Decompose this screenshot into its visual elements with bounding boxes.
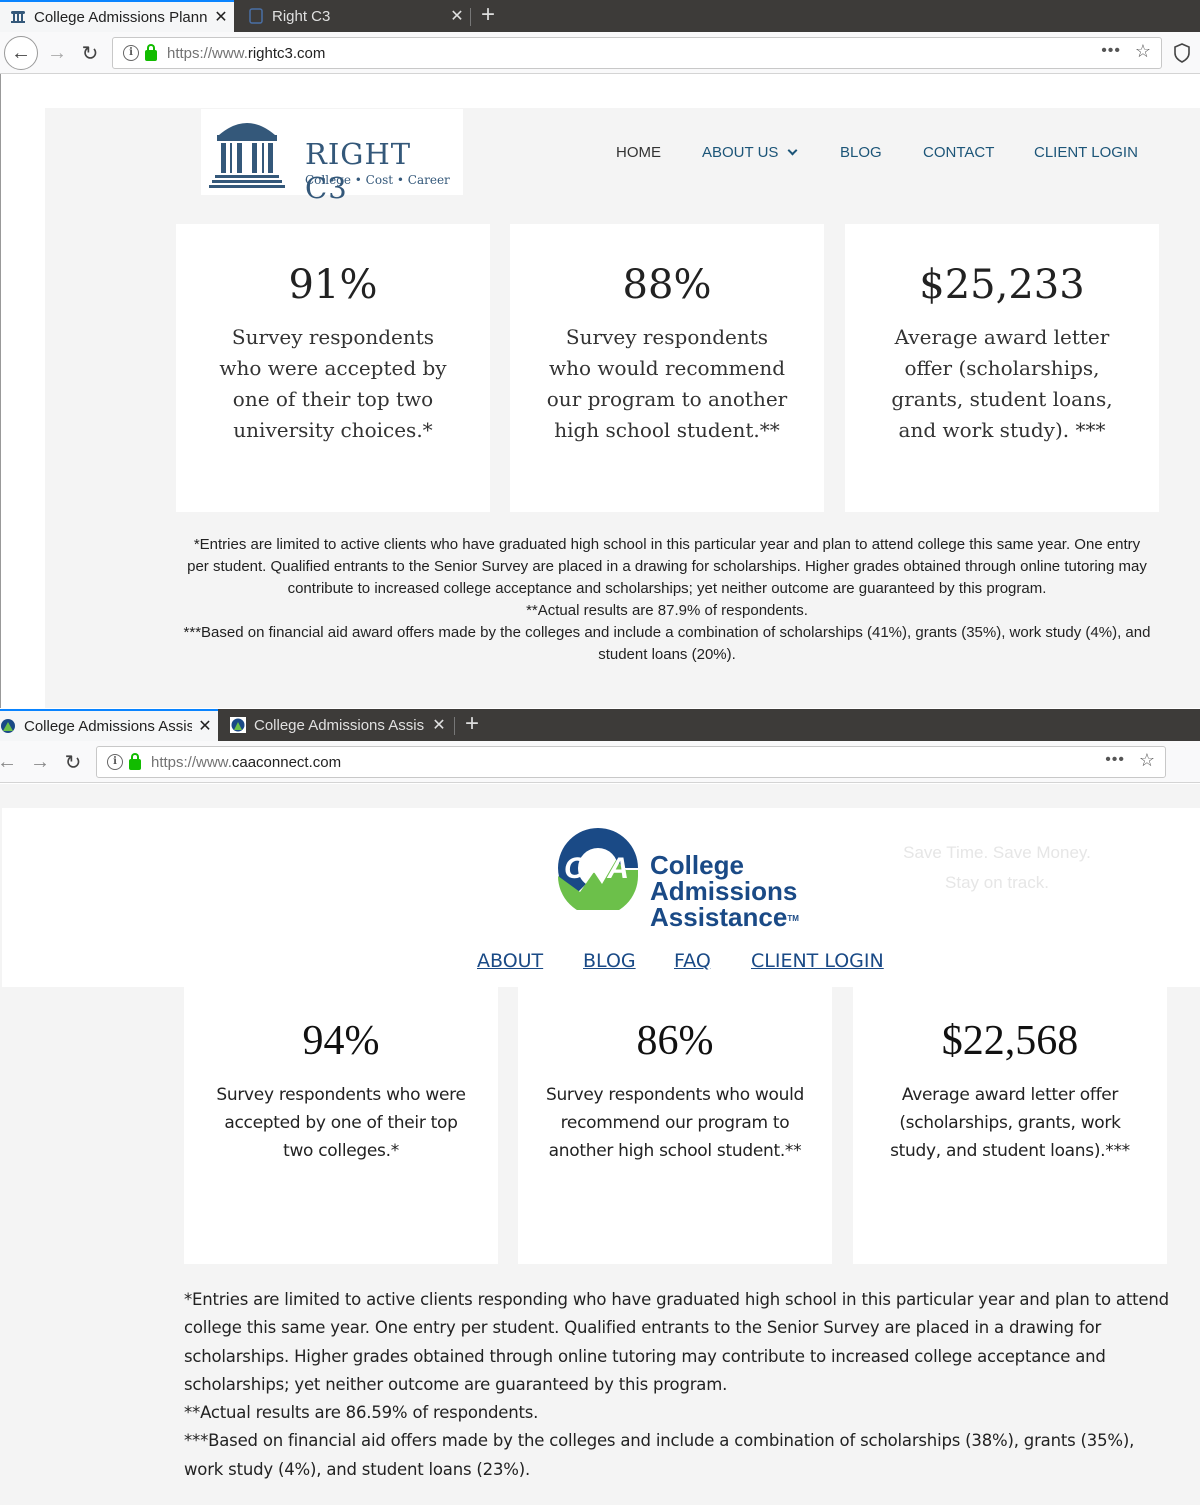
footnote: *Entries are limited to active clients w…: [187, 536, 1147, 597]
footnote: *Entries are limited to active clients r…: [184, 1290, 1169, 1394]
reload-icon[interactable]: ↻: [75, 38, 105, 68]
back-arrow-icon[interactable]: ←: [4, 36, 38, 70]
footnotes: *Entries are limited to active clients w…: [181, 534, 1153, 666]
logo-line: College: [650, 850, 744, 880]
url-text[interactable]: https://www.rightc3.com: [167, 45, 325, 62]
stat-value: $25,233: [919, 262, 1085, 308]
stat-value: 94%: [302, 1018, 380, 1064]
caaconnect-page: CAA College Admissions AssistanceTM Save…: [0, 784, 1200, 1505]
close-icon[interactable]: ✕: [444, 6, 470, 26]
nav-about[interactable]: ABOUT: [477, 950, 543, 972]
navigation-toolbar: ← → ↻ i https://www.rightc3.com ••• ☆: [0, 32, 1200, 74]
navigation-toolbar: ← → ↻ i https://www.caaconnect.com ••• ☆: [0, 741, 1200, 783]
stat-card: $22,568 Average award letter offer (scho…: [853, 987, 1167, 1264]
caa-mark-letters: CAA: [564, 852, 629, 885]
tab-title: College Admissions Plann: [34, 8, 208, 26]
lock-icon[interactable]: [129, 752, 141, 770]
stat-value: $22,568: [941, 1018, 1079, 1064]
tab-divider: [470, 8, 471, 26]
nav-contact[interactable]: CONTACT: [923, 144, 994, 161]
logo-brand-text: RIGHT C3: [305, 137, 412, 205]
tab-right-c3[interactable]: Right C3 ✕: [238, 0, 470, 32]
nav-blog[interactable]: BLOG: [583, 950, 636, 972]
footnotes: *Entries are limited to active clients r…: [184, 1286, 1174, 1484]
new-tab-plus-icon[interactable]: +: [473, 0, 503, 32]
tab-title: College Admissions Assis: [24, 717, 192, 735]
stat-card: 91% Survey respondents who were accepted…: [176, 224, 490, 512]
rightc3-logo[interactable]: RIGHT C3 College • Cost • Career: [201, 109, 463, 205]
page-favicon-icon: [248, 8, 264, 24]
lock-icon[interactable]: [145, 43, 157, 61]
forward-arrow-icon[interactable]: →: [25, 747, 55, 777]
close-icon[interactable]: ✕: [208, 7, 234, 27]
stat-value: 88%: [622, 262, 712, 308]
columns-favicon-icon: [10, 9, 26, 25]
nav-client-login[interactable]: CLIENT LOGIN: [751, 950, 884, 972]
footnote: ***Based on financial aid award offers m…: [183, 624, 1151, 663]
tab-strip: College Admissions Plann ✕ Right C3 ✕ +: [0, 0, 1200, 32]
site-header: CAA College Admissions AssistanceTM Save…: [2, 808, 1200, 987]
tab-divider: [454, 717, 455, 735]
url-text[interactable]: https://www.caaconnect.com: [151, 754, 341, 771]
stat-card: 86% Survey respondents who would recomme…: [518, 987, 832, 1264]
logo-tagline: College • Cost • Career: [305, 173, 450, 187]
trademark-mark: TM: [787, 914, 799, 924]
forward-arrow-icon[interactable]: →: [42, 38, 72, 68]
caa-favicon-icon: [230, 717, 246, 733]
page-actions-icon[interactable]: •••: [1105, 751, 1125, 769]
stat-description: Survey respondents who would recommend o…: [545, 1085, 805, 1161]
caa-mark-icon: CAA: [558, 828, 638, 916]
stat-description: Average award letter offer (scholarships…: [890, 1085, 1130, 1161]
stat-value: 91%: [288, 262, 378, 308]
stat-description: Survey respondents who were accepted by …: [216, 1085, 466, 1161]
logo-line: AssistanceTM: [650, 902, 799, 932]
new-tab-plus-icon[interactable]: +: [457, 709, 487, 741]
nav-home[interactable]: HOME: [616, 144, 661, 161]
tab-strip: College Admissions Assis ✕ College Admis…: [0, 709, 1200, 741]
nav-about-us[interactable]: ABOUT US: [702, 144, 798, 161]
tab-college-admissions-planning[interactable]: College Admissions Plann ✕: [0, 0, 234, 32]
stat-card: $25,233 Average award letter offer (scho…: [845, 224, 1159, 512]
caa-favicon-icon: [0, 718, 16, 734]
back-arrow-icon[interactable]: ←: [0, 747, 22, 777]
address-bar[interactable]: i https://www.caaconnect.com ••• ☆: [96, 746, 1166, 778]
site-tagline: Save Time. Save Money. Stay on track.: [903, 843, 1091, 892]
tab-title: Right C3: [272, 7, 331, 25]
rightc3-page: RIGHT C3 College • Cost • Career HOME AB…: [0, 74, 1200, 708]
tab-college-admissions-assistance[interactable]: College Admissions Assis ✕: [0, 709, 218, 741]
footnote: **Actual results are 86.59% of responden…: [184, 1403, 539, 1423]
info-icon[interactable]: i: [107, 754, 123, 770]
columns-logo-icon: [209, 123, 285, 188]
nav-client-login[interactable]: CLIENT LOGIN: [1034, 144, 1138, 161]
footnote: ***Based on financial aid offers made by…: [184, 1431, 1135, 1479]
address-bar[interactable]: i https://www.rightc3.com ••• ☆: [112, 37, 1162, 69]
logo-line: Admissions: [650, 876, 798, 906]
page-actions-icon[interactable]: •••: [1101, 42, 1121, 60]
stat-value: 86%: [636, 1018, 714, 1064]
bookmark-star-icon[interactable]: ☆: [1139, 750, 1155, 771]
stat-card: 94% Survey respondents who were accepted…: [184, 987, 498, 1264]
info-icon[interactable]: i: [123, 45, 139, 61]
footnote: **Actual results are 87.9% of respondent…: [526, 602, 808, 619]
stat-description: Survey respondents who were accepted by …: [219, 325, 447, 442]
reload-icon[interactable]: ↻: [58, 747, 88, 777]
stat-card: 88% Survey respondents who would recomme…: [510, 224, 824, 512]
tab-college-admissions-assistance-2[interactable]: College Admissions Assis ✕: [220, 709, 452, 741]
nav-blog[interactable]: BLOG: [840, 144, 882, 161]
close-icon[interactable]: ✕: [192, 716, 218, 736]
tab-title: College Admissions Assis: [254, 716, 425, 734]
stat-description: Survey respondents who would recommend o…: [546, 325, 788, 442]
bookmark-star-icon[interactable]: ☆: [1135, 41, 1151, 62]
logo-brand-text: College Admissions AssistanceTM: [650, 852, 799, 932]
close-icon[interactable]: ✕: [426, 715, 452, 735]
chevron-down-icon: [787, 145, 798, 156]
nav-faq[interactable]: FAQ: [674, 950, 711, 972]
stat-description: Average award letter offer (scholarships…: [891, 325, 1113, 442]
shield-icon[interactable]: [1167, 38, 1197, 68]
